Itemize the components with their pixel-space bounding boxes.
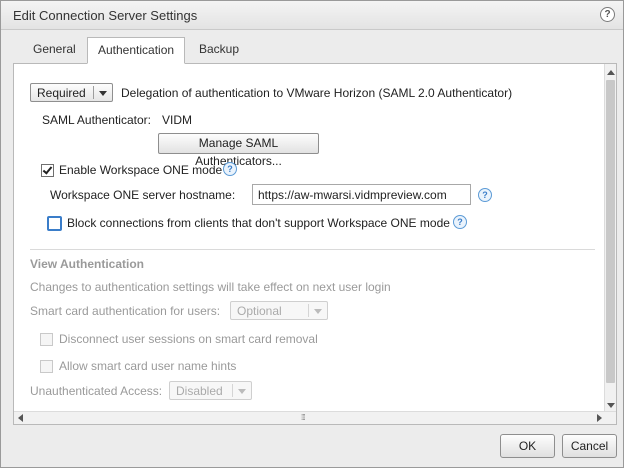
delegation-select-value: Required <box>37 86 86 100</box>
horizontal-scrollbar[interactable]: ⁞⁞⁞ <box>14 411 616 424</box>
info-icon[interactable]: ? <box>223 162 237 176</box>
window-title: Edit Connection Server Settings <box>13 8 198 23</box>
enable-workspace-one-label: Enable Workspace ONE mode <box>59 163 223 177</box>
info-icon[interactable]: ? <box>478 188 492 202</box>
workspace-hostname-input[interactable] <box>252 184 471 205</box>
disconnect-sessions-label: Disconnect user sessions on smart card r… <box>59 332 318 346</box>
scroll-up-icon[interactable] <box>607 70 615 75</box>
ok-button[interactable]: OK <box>500 434 555 458</box>
view-authentication-heading: View Authentication <box>30 257 145 271</box>
allow-name-hints-checkbox[interactable] <box>40 360 53 373</box>
unauthenticated-access-select[interactable]: Disabled <box>169 381 252 400</box>
allow-name-hints-label: Allow smart card user name hints <box>59 359 237 373</box>
grip-icon[interactable]: ⁞⁞⁞ <box>301 414 306 422</box>
tab-authentication[interactable]: Authentication <box>87 37 186 64</box>
workspace-hostname-label: Workspace ONE server hostname: <box>50 188 236 202</box>
dropdown-separator <box>232 384 233 397</box>
smart-card-auth-select[interactable]: Optional <box>230 301 328 320</box>
tab-bar: General Authentication Backup <box>13 37 613 64</box>
chevron-down-icon <box>314 309 322 314</box>
authentication-panel: Required Delegation of authentication to… <box>13 63 617 425</box>
help-icon[interactable]: ? <box>600 7 615 22</box>
unauthenticated-access-value: Disabled <box>176 384 223 398</box>
cancel-button[interactable]: Cancel <box>562 434 617 458</box>
section-divider <box>30 249 595 250</box>
smart-card-auth-value: Optional <box>237 304 282 318</box>
block-connections-checkbox[interactable] <box>47 216 62 231</box>
delegation-select[interactable]: Required <box>30 83 113 102</box>
enable-workspace-one-checkbox[interactable] <box>41 164 54 177</box>
vertical-scrollbar[interactable] <box>604 64 616 412</box>
smart-card-auth-label: Smart card authentication for users: <box>30 304 221 318</box>
title-bar: Edit Connection Server Settings ? <box>1 1 623 30</box>
view-authentication-note: Changes to authentication settings will … <box>30 280 391 294</box>
tab-backup[interactable]: Backup <box>189 37 249 63</box>
tab-general[interactable]: General <box>23 37 86 63</box>
disconnect-sessions-checkbox[interactable] <box>40 333 53 346</box>
manage-saml-authenticators-button[interactable]: Manage SAML Authenticators... <box>158 133 319 168</box>
block-connections-label: Block connections from clients that don'… <box>67 216 450 230</box>
saml-authenticator-value: VIDM <box>162 113 192 127</box>
dropdown-separator <box>93 86 94 99</box>
panel-content: Required Delegation of authentication to… <box>14 64 604 410</box>
checkmark-icon <box>42 164 53 175</box>
unauthenticated-access-label: Unauthenticated Access: <box>30 384 163 398</box>
scroll-right-icon[interactable] <box>597 414 602 422</box>
info-icon[interactable]: ? <box>453 215 467 229</box>
scroll-left-icon[interactable] <box>18 414 23 422</box>
scroll-down-icon[interactable] <box>607 403 615 408</box>
saml-authenticator-label: SAML Authenticator: <box>42 113 151 127</box>
dropdown-separator <box>308 304 309 317</box>
scroll-thumb[interactable] <box>606 80 615 383</box>
edit-connection-server-dialog: Edit Connection Server Settings ? Genera… <box>0 0 624 468</box>
chevron-down-icon <box>99 91 107 96</box>
delegation-label: Delegation of authentication to VMware H… <box>121 86 513 100</box>
chevron-down-icon <box>238 389 246 394</box>
